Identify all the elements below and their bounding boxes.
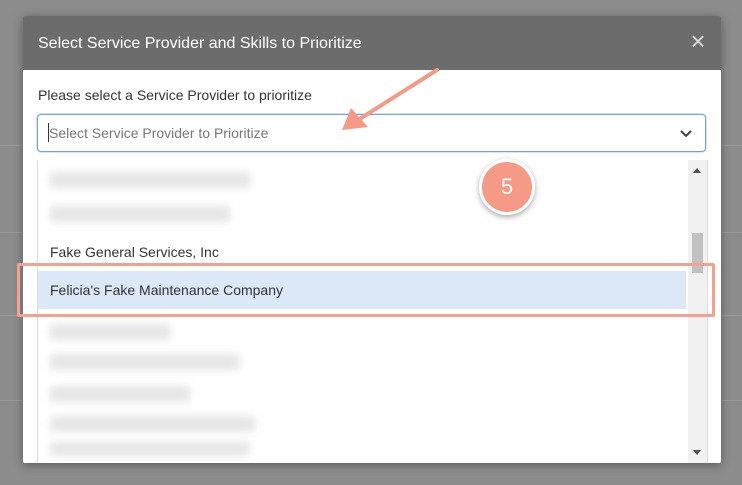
pointer-arrow-icon — [342, 68, 439, 130]
